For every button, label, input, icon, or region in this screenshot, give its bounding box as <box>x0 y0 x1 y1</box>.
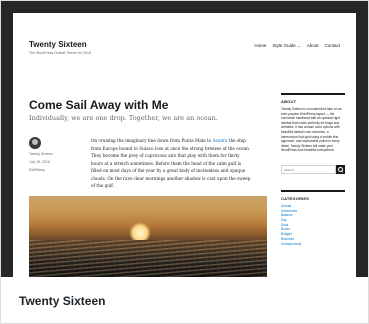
preview-sidebar: ABOUT Twenty Sixteen is a modernized tak… <box>281 93 345 246</box>
preview-nav-style-guide: Style Guide ⌄ <box>272 43 301 48</box>
preview-post-author: Twenty Sixteen <box>29 152 53 156</box>
preview-nav-contact: Contact <box>324 43 340 48</box>
preview-nav-about: About <box>306 43 319 48</box>
preview-post-body-link: Azuera <box>212 138 228 143</box>
about-widget-text: Twenty Sixteen is a modernized take on a… <box>281 107 342 153</box>
preview-post-body-start: On cruising the imaginary line down from… <box>91 138 213 143</box>
preview-post-title: Come Sail Away with Me <box>29 98 169 112</box>
theme-name[interactable]: Twenty Sixteen <box>19 294 105 308</box>
ocean-waves <box>29 240 267 277</box>
preview-site-title: Twenty Sixteen <box>29 40 87 49</box>
sunset-ocean-image <box>29 196 267 277</box>
preview-post-date: July 15, 2016 <box>29 160 50 164</box>
preview-post-body: On cruising the imaginary line down from… <box>91 137 251 190</box>
preview-search-form: Search ... <box>281 164 345 174</box>
categories-widget-title: CATEGORIES <box>281 195 310 201</box>
preview-post-body-end: the ship from Europe bound to Sulaco los… <box>91 138 251 188</box>
categories-list: Abroad Adventures Balance Day Dusk Books… <box>281 204 345 246</box>
preview-nav-home: Home <box>254 43 267 48</box>
sidebar-rule-about <box>281 93 345 95</box>
about-widget-title: ABOUT <box>281 99 297 104</box>
preview-search-field: Search ... <box>281 164 336 174</box>
preview-nav: Home Style Guide ⌄ About Contact <box>254 43 340 49</box>
theme-preview-page: Twenty Sixteen The WordPress Default The… <box>13 13 356 277</box>
category-item: Championship <box>281 241 302 246</box>
preview-post-excerpt: Individually, we are one drop. Together,… <box>29 114 218 122</box>
preview-site-description: The WordPress Default Theme for 2016 <box>29 51 91 55</box>
author-avatar <box>29 137 41 149</box>
theme-screenshot[interactable]: Twenty Sixteen The WordPress Default The… <box>1 1 368 277</box>
sidebar-rule-categories <box>281 189 345 192</box>
search-icon <box>336 164 345 174</box>
preview-post-meta: Edit/Sleep <box>29 168 45 172</box>
theme-card[interactable]: Twenty Sixteen The WordPress Default The… <box>0 0 369 324</box>
